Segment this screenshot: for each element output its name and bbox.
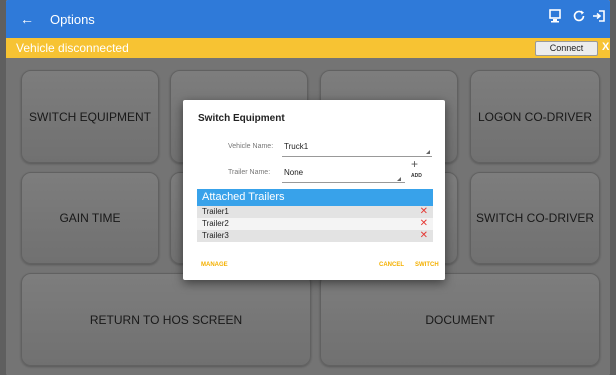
refresh-icon[interactable] [572,9,586,27]
status-message: Vehicle disconnected [16,41,129,55]
dismiss-status-button[interactable]: X [602,41,609,53]
device-icon[interactable] [548,9,562,27]
trailer-name: Trailer1 [202,207,229,216]
trailer-row: Trailer3 ✕ [197,230,433,242]
connect-button[interactable]: Connect [535,41,598,56]
trailer-name-value[interactable]: None [284,168,303,177]
trailer-row: Trailer2 ✕ [197,218,433,230]
trailer-name: Trailer2 [202,219,229,228]
trailer-name-underline [282,182,405,183]
attached-trailers-list: Attached Trailers Trailer1 ✕ Trailer2 ✕ … [197,189,433,242]
trailer-name-label: Trailer Name: [228,169,271,176]
switch-button[interactable]: SWITCH [415,262,439,268]
remove-trailer-icon[interactable]: ✕ [420,206,428,218]
vehicle-name-underline [282,156,432,157]
attached-trailers-header: Attached Trailers [197,189,433,206]
vehicle-name-value[interactable]: Truck1 [284,142,308,151]
app-bar: ← Options [6,0,610,38]
remove-trailer-icon[interactable]: ✕ [420,230,428,242]
connection-status-bar: Vehicle disconnected Connect X [6,38,610,58]
vehicle-name-label: Vehicle Name: [228,143,274,150]
add-trailer-button[interactable]: ADD [411,173,422,179]
trailer-name: Trailer3 [202,231,229,240]
vehicle-dropdown-icon[interactable] [426,150,430,154]
logout-icon[interactable] [592,9,606,27]
dialog-title: Switch Equipment [198,113,285,124]
remove-trailer-icon[interactable]: ✕ [420,218,428,230]
page-title: Options [50,12,95,27]
cancel-button[interactable]: CANCEL [379,262,404,268]
add-icon[interactable]: + [411,157,418,171]
trailer-dropdown-icon[interactable] [397,177,401,181]
manage-button[interactable]: MANAGE [201,262,228,268]
back-arrow-icon[interactable]: ← [20,11,34,27]
app-screen: ← Options Vehicle disconnected Connect X… [6,0,610,375]
switch-equipment-dialog: Switch Equipment Vehicle Name: Truck1 Tr… [183,100,445,280]
trailer-row: Trailer1 ✕ [197,206,433,218]
